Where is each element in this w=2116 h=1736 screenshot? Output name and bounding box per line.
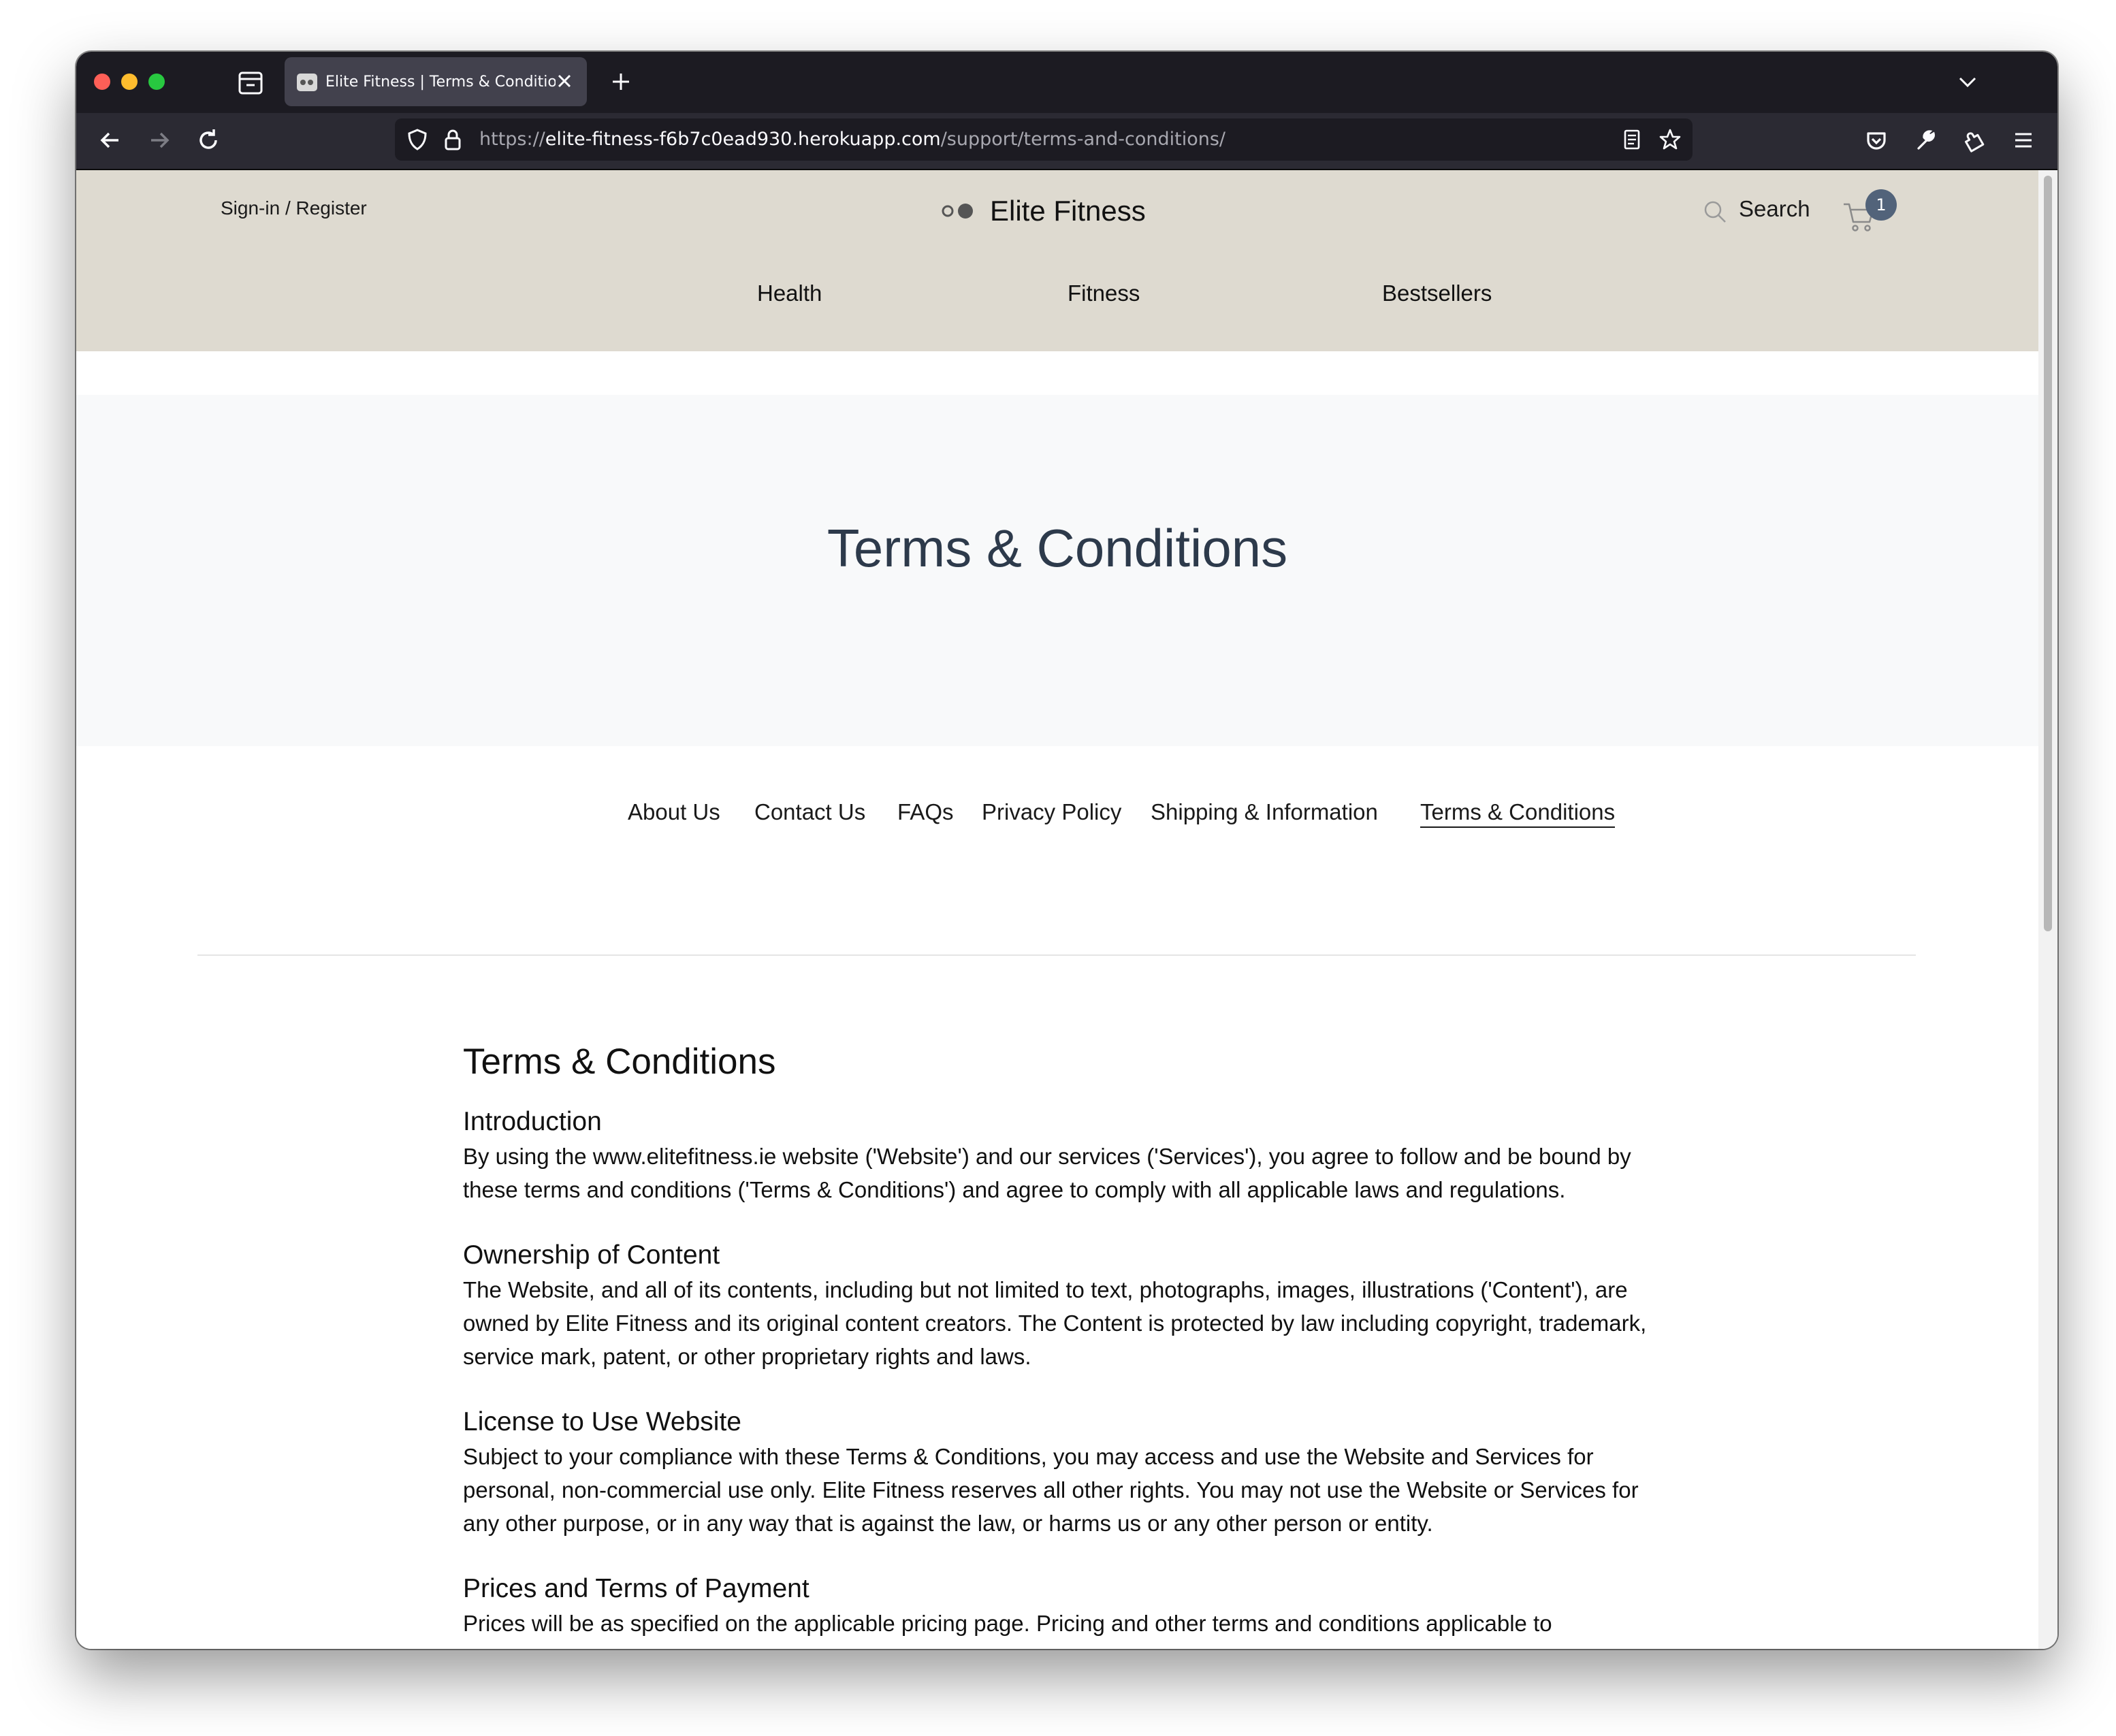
section-heading: License to Use Website (463, 1407, 741, 1436)
forward-icon[interactable] (143, 124, 176, 157)
search-icon (1704, 201, 1726, 223)
page-hero: Terms & Conditions (76, 395, 2038, 746)
page-scrollbar[interactable] (2038, 170, 2057, 1649)
page-title: Terms & Conditions (827, 518, 1288, 578)
tracking-protection-shield-icon[interactable] (406, 128, 429, 151)
tab-title: Elite Fitness | Terms & Conditions (325, 74, 556, 91)
nav-health[interactable]: Health (757, 280, 822, 306)
signin-register-link[interactable]: Sign-in / Register (221, 197, 367, 219)
site-favicon-icon (297, 74, 317, 91)
url-text[interactable]: https://elite-fitness-f6b7c0ead930.herok… (479, 128, 1225, 151)
address-bar[interactable]: https://elite-fitness-f6b7c0ead930.herok… (395, 118, 1693, 161)
scrollbar-thumb[interactable] (2044, 176, 2052, 931)
back-icon[interactable] (94, 124, 127, 157)
section-body: The Website, and all of its contents, in… (463, 1277, 1647, 1369)
logo-dots-icon (942, 204, 973, 219)
zoom-window-button[interactable] (148, 74, 165, 90)
close-window-button[interactable] (94, 74, 110, 90)
subnav-contact-us[interactable]: Contact Us (754, 799, 865, 825)
reader-view-icon[interactable] (1620, 128, 1644, 151)
cart-button[interactable]: 1 (1842, 189, 1905, 237)
subnav-faqs[interactable]: FAQs (897, 799, 954, 825)
section-divider (197, 954, 1916, 956)
navigation-toolbar: https://elite-fitness-f6b7c0ead930.herok… (76, 113, 2057, 170)
browser-window: Elite Fitness | Terms & Conditions https… (76, 52, 2057, 1649)
bookmark-star-icon[interactable] (1658, 128, 1682, 151)
minimize-window-button[interactable] (121, 74, 138, 90)
active-tab[interactable]: Elite Fitness | Terms & Conditions (285, 57, 587, 106)
lock-icon[interactable] (441, 128, 464, 151)
list-all-tabs-icon[interactable] (1954, 68, 1981, 95)
cart-count-badge: 1 (1865, 189, 1897, 221)
nav-fitness[interactable]: Fitness (1068, 280, 1140, 306)
content-title: Terms & Conditions (463, 1042, 776, 1082)
site-header: Sign-in / Register Elite Fitness Search (76, 170, 2038, 351)
web-page: Sign-in / Register Elite Fitness Search (76, 170, 2057, 1649)
section-body: Subject to your compliance with these Te… (463, 1444, 1639, 1536)
section-body: Prices will be as specified on the appli… (463, 1611, 1552, 1636)
new-tab-icon[interactable] (607, 68, 635, 95)
wrench-icon[interactable] (1909, 124, 1942, 157)
reload-icon[interactable] (192, 124, 225, 157)
subnav-about-us[interactable]: About Us (628, 799, 720, 825)
subnav-terms-conditions[interactable]: Terms & Conditions (1420, 799, 1616, 828)
subnav-privacy-policy[interactable]: Privacy Policy (982, 799, 1121, 825)
section-heading: Ownership of Content (463, 1240, 720, 1270)
close-tab-icon[interactable] (554, 71, 575, 91)
search-label: Search (1739, 196, 1810, 221)
nav-bestsellers[interactable]: Bestsellers (1382, 280, 1492, 306)
brand-name: Elite Fitness (990, 195, 1146, 227)
app-menu-icon[interactable] (2007, 124, 2040, 157)
section-heading: Introduction (463, 1107, 602, 1136)
terms-content: Terms & Conditions Introduction By using… (463, 1040, 1648, 1649)
extensions-puzzle-icon[interactable] (1958, 124, 1991, 157)
section-body: By using the www.elitefitness.ie website… (463, 1144, 1631, 1202)
tab-strip: Elite Fitness | Terms & Conditions (76, 52, 2057, 113)
tab-manager-icon[interactable] (237, 71, 264, 95)
subnav-shipping-information[interactable]: Shipping & Information (1151, 799, 1378, 825)
section-heading: Prices and Terms of Payment (463, 1574, 809, 1603)
pocket-icon[interactable] (1860, 124, 1893, 157)
